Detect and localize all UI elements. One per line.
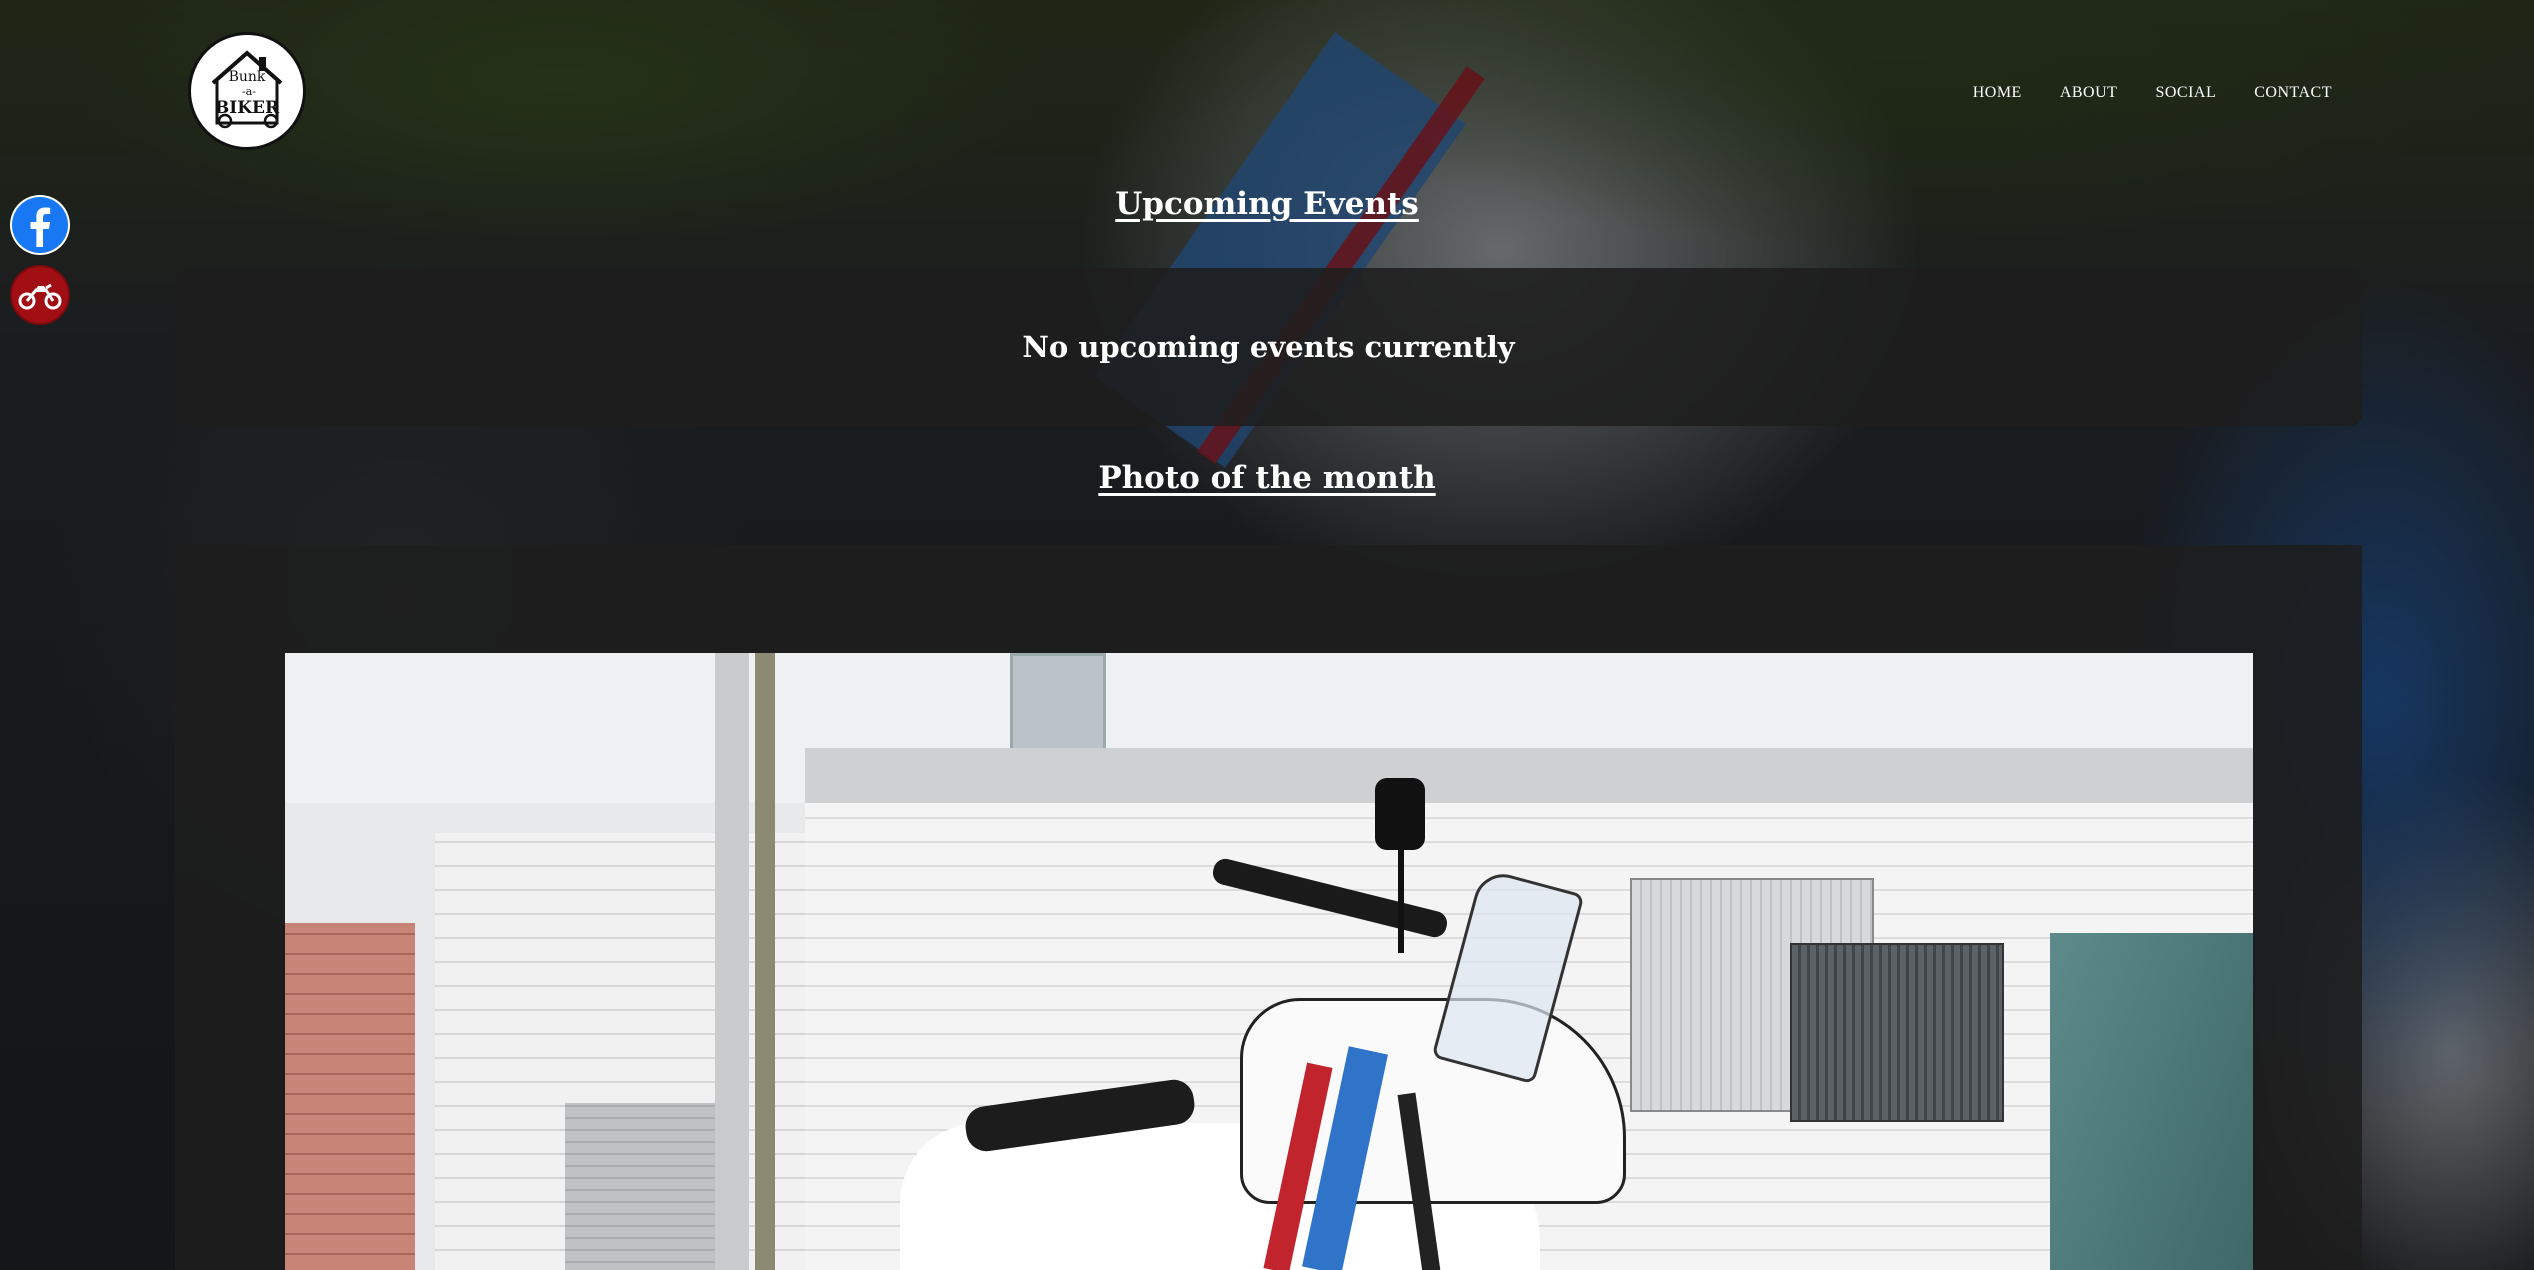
logo-line1: Bunk <box>229 69 266 85</box>
photo-red-brick <box>285 923 415 1270</box>
photo-pole <box>715 653 749 1270</box>
site-logo[interactable]: Bunk -a- BIKER <box>188 32 306 150</box>
photo-ac-unit-dark <box>1790 943 2004 1122</box>
photo-of-month-image <box>285 653 2253 1270</box>
house-logo-icon: Bunk -a- BIKER <box>211 50 283 129</box>
photo-bike-mirror <box>1375 778 1425 850</box>
photo-wood-pole <box>755 653 775 1270</box>
upcoming-events-heading: Upcoming Events <box>1115 186 1419 222</box>
photo-bike-mirror-stem <box>1398 843 1404 953</box>
photo-garage-door <box>565 1103 725 1270</box>
events-panel: No upcoming events currently <box>175 268 2362 426</box>
motorcycle-icon[interactable] <box>10 265 70 325</box>
page: Bunk -a- BIKER HOME ABOUT SOCIAL CONTACT <box>0 0 2534 1270</box>
nav-home-link[interactable]: HOME <box>1973 84 2022 102</box>
photo-of-month-heading: Photo of the month <box>1098 460 1436 496</box>
nav-contact-link[interactable]: CONTACT <box>2254 84 2332 102</box>
photo-awning <box>2050 933 2253 1270</box>
nav-about-link[interactable]: ABOUT <box>2060 84 2118 102</box>
main-nav: HOME ABOUT SOCIAL CONTACT <box>1973 84 2332 102</box>
logo-line2: -a- <box>242 85 256 98</box>
no-events-message: No upcoming events currently <box>1022 330 1515 364</box>
nav-social-link[interactable]: SOCIAL <box>2155 84 2216 102</box>
